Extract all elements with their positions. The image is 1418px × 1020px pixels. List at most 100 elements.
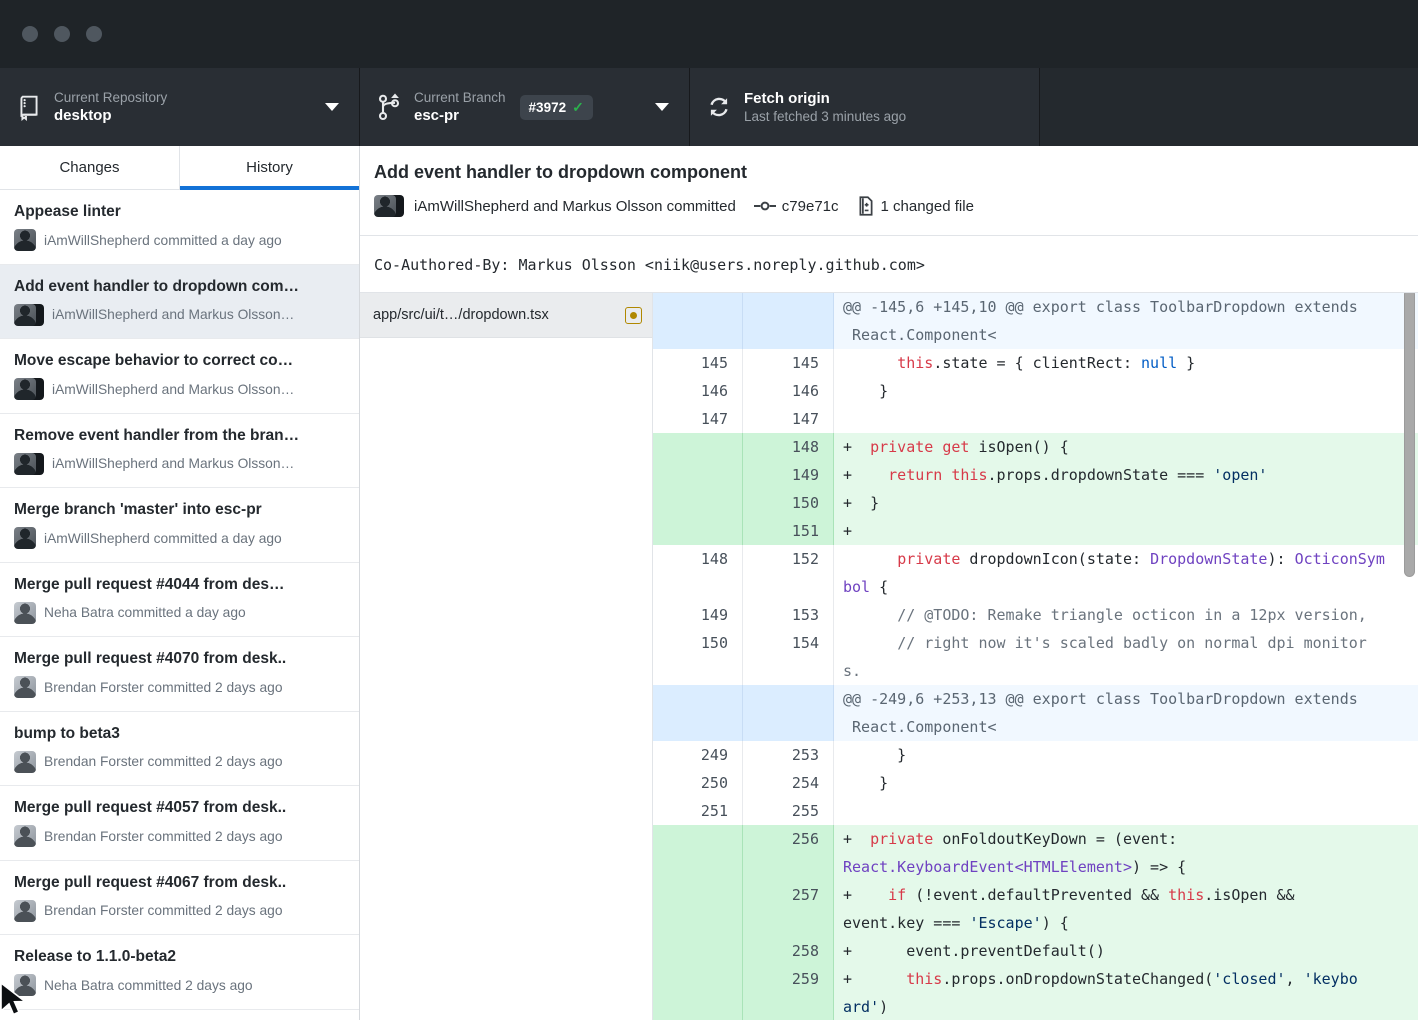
close-window-icon[interactable] [22,26,38,42]
commit-row[interactable]: Merge pull request #4070 from desk..Bren… [0,637,359,712]
diff-code-line: } [843,377,1418,405]
minimize-window-icon[interactable] [54,26,70,42]
diff-old-line-number [653,293,743,349]
diff-code-line: + event.preventDefault() [843,937,1418,965]
diff-code-line: + [843,517,1418,545]
changed-files-count: 1 changed file [881,198,974,215]
commit-row[interactable]: Merge pull request #4057 from desk..Bren… [0,786,359,861]
changed-files-panel: app/src/ui/t…/dropdown.tsx [360,293,653,1020]
sync-icon [706,95,732,119]
commit-meta: iAmWillShepherd committed a day ago [14,527,347,549]
file-row-dropdown-tsx[interactable]: app/src/ui/t…/dropdown.tsx [360,293,652,338]
diff-code-line [843,405,1418,433]
diff-new-line-number: 257 [743,881,834,937]
commit-row[interactable]: Merge branch 'master' into esc-priAmWill… [0,488,359,563]
file-path: app/src/ui/t…/dropdown.tsx [373,307,617,323]
current-repository-button[interactable]: Current Repository desktop [0,68,360,146]
diff-code-line: private dropdownIcon(state: DropdownStat… [843,545,1418,573]
diff-new-line-number [743,293,834,349]
commit-row[interactable]: Merge pull request #4056 from desk.. [0,1010,359,1020]
commit-title-text: Remove event handler from the bran… [14,425,347,447]
diff-old-line-number: 249 [653,741,743,769]
commit-meta: Neha Batra committed 2 days ago [14,974,347,996]
diff-new-line-number: 145 [743,349,834,377]
commit-meta-text: Brendan Forster committed 2 days ago [44,903,283,918]
diff-context-line: 145145 this.state = { clientRect: null } [653,349,1418,377]
diff-context-line: 149153 // @TODO: Remake triangle octicon… [653,601,1418,629]
diff-old-line-number [653,825,743,881]
diff-new-line-number: 153 [743,601,834,629]
commit-row[interactable]: Add event handler to dropdown com…iAmWil… [0,265,359,340]
git-commit-icon [754,198,776,214]
diff-context-line: 249253 } [653,741,1418,769]
diff-code-line: + private get isOpen() { [843,433,1418,461]
diff-hunk-header: @@ -145,6 +145,10 @@ export class Toolba… [653,293,1418,349]
diff-new-line-number: 256 [743,825,834,881]
ci-check-icon: ✓ [572,99,584,116]
tab-history[interactable]: History [179,146,359,189]
commit-description-text: Co-Authored-By: Markus Olsson <niik@user… [374,256,925,274]
commit-sha[interactable]: c79e71c [782,198,839,215]
commit-row[interactable]: Appease linteriAmWillShepherd committed … [0,190,359,265]
commit-meta-text: iAmWillShepherd committed a day ago [44,233,282,248]
diff-code-line: } [843,741,1418,769]
diff-code: + private get isOpen() { [834,433,1418,461]
diff-code: } [834,741,1418,769]
avatar [14,453,36,475]
commit-title-text: Merge pull request #4057 from desk.. [14,797,347,819]
diff-code: + private onFoldoutKeyDown = (event:Reac… [834,825,1418,881]
avatar [14,229,36,251]
diff-code: + } [834,489,1418,517]
diff-code: + [834,517,1418,545]
diff-old-line-number: 251 [653,797,743,825]
diff-old-line-number [653,489,743,517]
diff-old-line-number [653,685,743,741]
diff-code-line: // right now it's scaled badly on normal… [843,629,1418,657]
fetch-origin-button[interactable]: Fetch origin Last fetched 3 minutes ago [690,68,1040,146]
diff-code-line: + return this.props.dropdownState === 'o… [843,461,1418,489]
commit-row[interactable]: Remove event handler from the bran…iAmWi… [0,414,359,489]
commit-row[interactable]: Move escape behavior to correct co…iAmWi… [0,339,359,414]
commit-row[interactable]: Merge pull request #4044 from des…Neha B… [0,563,359,638]
diff-code-line: event.key === 'Escape') { [843,909,1418,937]
commit-row[interactable]: Merge pull request #4067 from desk..Bren… [0,861,359,936]
commit-row[interactable]: Release to 1.1.0-beta2Neha Batra committ… [0,935,359,1010]
diff-code-line: ard') [843,993,1418,1020]
tab-changes[interactable]: Changes [0,146,179,189]
toolbar-spacer [1040,68,1418,146]
commit-meta: iAmWillShepherd and Markus Olsson… [14,378,347,400]
diff-code: @@ -145,6 +145,10 @@ export class Toolba… [834,293,1418,349]
current-branch-button[interactable]: Current Branch esc-pr #3972 ✓ [360,68,690,146]
diff-new-line-number: 150 [743,489,834,517]
pr-number-badge: #3972 ✓ [520,95,593,120]
diff-code-line: s. [843,657,1418,685]
diff-context-line: 150154 // right now it's scaled badly on… [653,629,1418,685]
diff-added-line: 151 + [653,517,1418,545]
diff-new-line-number: 151 [743,517,834,545]
diff-new-line-number: 149 [743,461,834,489]
diff-context-line: 147147 [653,405,1418,433]
avatar [14,304,36,326]
commit-meta-text: iAmWillShepherd committed a day ago [44,531,282,546]
diff-added-line: 256+ private onFoldoutKeyDown = (event:R… [653,825,1418,881]
diff-scrollbar[interactable] [1404,293,1415,577]
changed-file-icon [857,196,875,216]
diff-added-line: 258+ event.preventDefault() [653,937,1418,965]
commit-meta-text: Neha Batra committed 2 days ago [44,978,253,993]
avatar [14,676,36,698]
titlebar [0,0,1418,68]
diff-code-line: + private onFoldoutKeyDown = (event: [843,825,1418,853]
commit-row[interactable]: bump to beta3Brendan Forster committed 2… [0,712,359,787]
diff-old-line-number: 250 [653,769,743,797]
diff-code: + this.props.onDropdownStateChanged('clo… [834,965,1418,1020]
diff-code: private dropdownIcon(state: DropdownStat… [834,545,1418,601]
branch-name: esc-pr [414,106,506,126]
commit-meta: Neha Batra committed a day ago [14,602,347,624]
zoom-window-icon[interactable] [86,26,102,42]
diff-old-line-number [653,433,743,461]
repo-icon [16,93,42,121]
diff-old-line-number [653,937,743,965]
diff-code-line: React.KeyboardEvent<HTMLElement>) => { [843,853,1418,881]
diff-new-line-number [743,685,834,741]
commit-meta: iAmWillShepherd committed a day ago [14,229,347,251]
